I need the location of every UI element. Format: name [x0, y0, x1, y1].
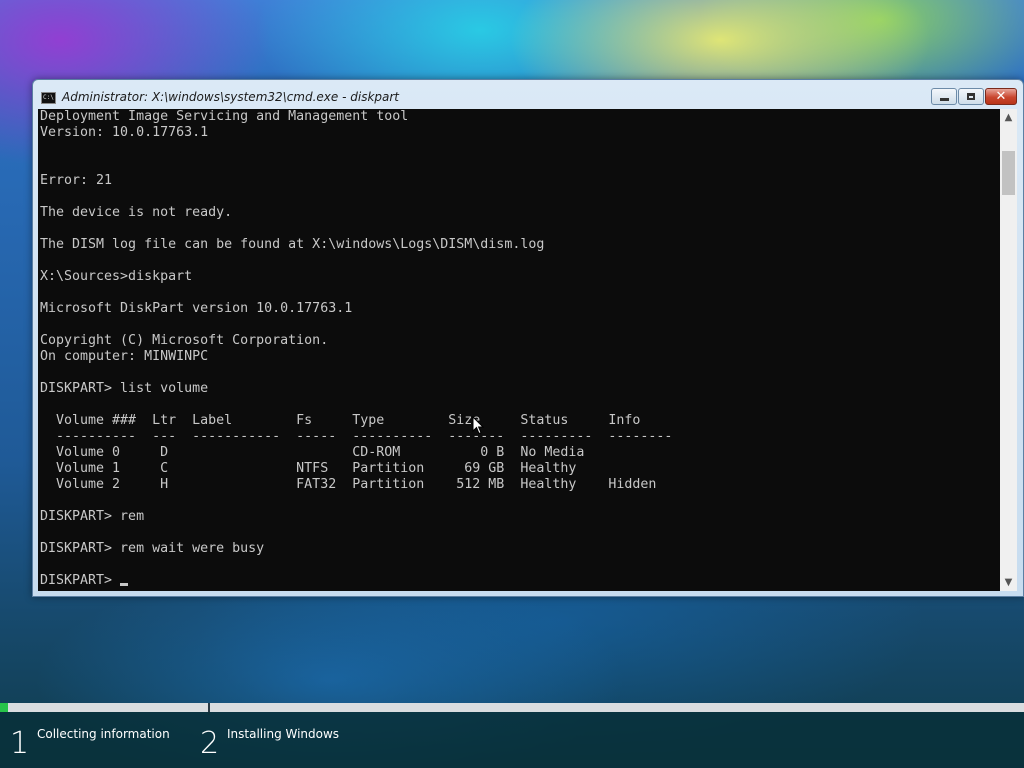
scroll-down-icon[interactable]: ▼: [1000, 574, 1017, 591]
console-prompt-line[interactable]: DISKPART>: [40, 573, 1000, 589]
vertical-scrollbar[interactable]: ▲ ▼: [1000, 109, 1017, 591]
text-cursor: [120, 583, 129, 586]
console-line: Deployment Image Servicing and Managemen…: [40, 109, 409, 124]
console-line: Version: 10.0.17763.1: [40, 125, 209, 140]
console-line: Volume 2 H FAT32 Partition 512 MB Health…: [40, 477, 657, 492]
console-text: Deployment Image Servicing and Managemen…: [38, 109, 1000, 589]
minimize-button[interactable]: [931, 88, 957, 105]
setup-steps: 1 Collecting information 2 Installing Wi…: [0, 712, 1024, 768]
cmd-icon: C:\: [41, 92, 56, 104]
cmd-window[interactable]: C:\ Administrator: X:\windows\system32\c…: [32, 79, 1024, 597]
maximize-icon: [967, 93, 975, 100]
console-line: The DISM log file can be found at X:\win…: [40, 237, 545, 252]
step-label: Installing Windows: [227, 727, 340, 741]
step-label: Collecting information: [37, 727, 170, 741]
scroll-up-icon[interactable]: ▲: [1000, 109, 1017, 126]
console-line: DISKPART> rem: [40, 509, 145, 524]
console-line: X:\Sources>diskpart: [40, 269, 193, 284]
console-line: Microsoft DiskPart version 10.0.17763.1: [40, 301, 353, 316]
console-line: Error: 21: [40, 173, 113, 188]
console-line: DISKPART> rem wait were busy: [40, 541, 265, 556]
console-line: DISKPART> list volume: [40, 381, 209, 396]
step-number: 1: [10, 726, 30, 761]
caption-buttons: ✕: [931, 88, 1017, 106]
console-line: ---------- --- ----------- ----- -------…: [40, 429, 673, 444]
console-line: Volume 1 C NTFS Partition 69 GB Healthy: [40, 461, 577, 476]
minimize-icon: [940, 98, 949, 101]
console-line: The device is not ready.: [40, 205, 233, 220]
console-prompt: DISKPART>: [40, 573, 121, 588]
setup-progress-fill: [0, 703, 8, 712]
scroll-thumb[interactable]: [1002, 151, 1015, 195]
maximize-button[interactable]: [958, 88, 984, 105]
console-line: Copyright (C) Microsoft Corporation.: [40, 333, 329, 348]
mouse-pointer-icon: [472, 416, 484, 435]
setup-progress-bar: [0, 703, 1024, 715]
close-button[interactable]: ✕: [985, 88, 1017, 105]
console-line: Volume 0 D CD-ROM 0 B No Media: [40, 445, 585, 460]
step-number: 2: [200, 726, 220, 761]
title-bar[interactable]: C:\ Administrator: X:\windows\system32\c…: [33, 80, 1023, 108]
console-output[interactable]: Deployment Image Servicing and Managemen…: [38, 109, 1000, 591]
console-line: Volume ### Ltr Label Fs Type Size Status…: [40, 413, 641, 428]
close-icon: ✕: [995, 89, 1007, 104]
window-title: Administrator: X:\windows\system32\cmd.e…: [62, 90, 400, 104]
console-line: On computer: MINWINPC: [40, 349, 209, 364]
